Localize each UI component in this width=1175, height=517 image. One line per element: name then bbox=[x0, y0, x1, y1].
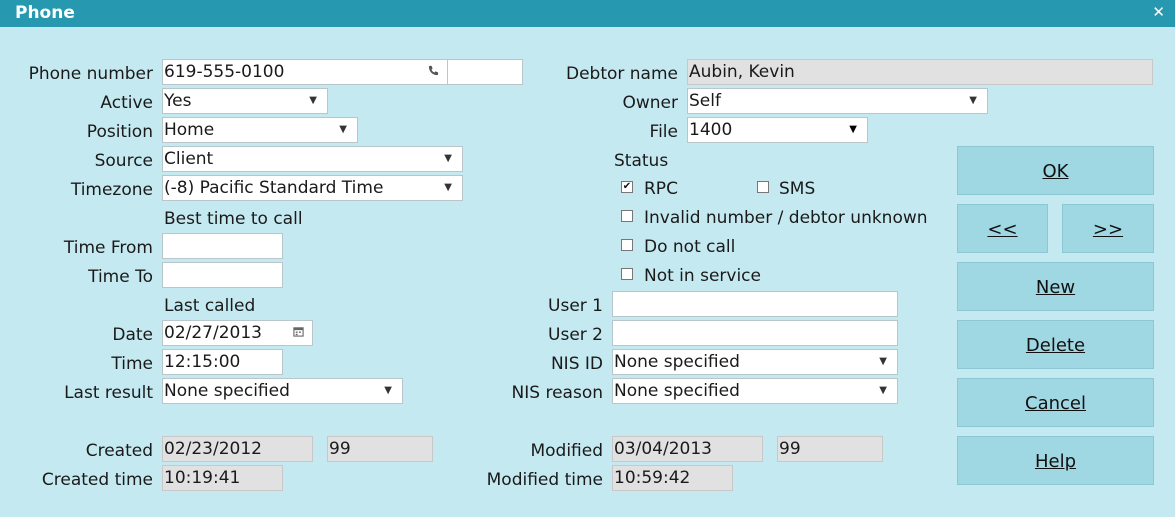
chevron-down-icon: ▼ bbox=[444, 153, 452, 164]
time-from-input[interactable] bbox=[162, 233, 283, 259]
sms-label: SMS bbox=[779, 179, 816, 199]
chevron-down-icon: ▼ bbox=[879, 385, 887, 396]
timezone-select[interactable]: (-8) Pacific Standard Time ▼ bbox=[162, 175, 463, 201]
last-result-select[interactable]: None specified ▼ bbox=[162, 378, 403, 404]
position-select[interactable]: Home ▼ bbox=[162, 117, 358, 143]
phone-icon[interactable] bbox=[428, 60, 439, 84]
modified-label: Modified bbox=[530, 441, 603, 461]
close-icon[interactable]: ✕ bbox=[1152, 3, 1165, 21]
user2-input[interactable] bbox=[612, 320, 898, 346]
position-label: Position bbox=[86, 122, 153, 142]
timezone-label: Timezone bbox=[70, 180, 153, 200]
nis-reason-select[interactable]: None specified ▼ bbox=[612, 378, 898, 404]
new-button[interactable]: New bbox=[957, 262, 1154, 311]
rpc-checkbox[interactable]: ✔ bbox=[621, 181, 633, 193]
calendar-icon[interactable] bbox=[293, 321, 304, 345]
debtor-name-label: Debtor name bbox=[565, 64, 678, 84]
source-label: Source bbox=[94, 151, 153, 171]
previous-button[interactable]: << bbox=[957, 204, 1048, 253]
file-select[interactable]: 1400 ▼ bbox=[687, 117, 868, 143]
created-user-field: 99 bbox=[327, 436, 433, 462]
phone-number-label: Phone number bbox=[28, 64, 153, 84]
file-label: File bbox=[649, 122, 678, 142]
owner-label: Owner bbox=[622, 93, 678, 113]
chevron-down-icon: ▼ bbox=[969, 95, 977, 106]
last-result-label: Last result bbox=[64, 383, 153, 403]
user2-label: User 2 bbox=[548, 325, 603, 345]
nis-reason-label: NIS reason bbox=[511, 383, 603, 403]
status-heading: Status bbox=[614, 151, 669, 171]
created-date-field: 02/23/2012 bbox=[162, 436, 313, 462]
title-bar: Phone ✕ bbox=[0, 0, 1175, 27]
cancel-button[interactable]: Cancel bbox=[957, 378, 1154, 427]
owner-select[interactable]: Self ▼ bbox=[687, 88, 988, 114]
chevron-down-icon: ▼ bbox=[309, 95, 317, 106]
time-input[interactable]: 12:15:00 bbox=[162, 349, 283, 375]
do-not-call-label: Do not call bbox=[644, 237, 736, 257]
chevron-down-icon: ▼ bbox=[384, 385, 392, 396]
chevron-down-icon: ▼ bbox=[444, 182, 452, 193]
window-title: Phone bbox=[15, 3, 75, 23]
invalid-number-checkbox[interactable] bbox=[621, 210, 633, 222]
active-label: Active bbox=[100, 93, 153, 113]
delete-button[interactable]: Delete bbox=[957, 320, 1154, 369]
date-input[interactable]: 02/27/2013 bbox=[162, 320, 313, 346]
chevron-down-icon: ▼ bbox=[339, 124, 347, 135]
ok-button[interactable]: OK bbox=[957, 146, 1154, 195]
nis-id-select[interactable]: None specified ▼ bbox=[612, 349, 898, 375]
not-in-service-checkbox[interactable] bbox=[621, 268, 633, 280]
rpc-label: RPC bbox=[644, 179, 678, 199]
source-select[interactable]: Client ▼ bbox=[162, 146, 463, 172]
chevron-down-icon: ▼ bbox=[849, 124, 857, 135]
sms-checkbox[interactable] bbox=[757, 181, 769, 193]
invalid-number-label: Invalid number / debtor unknown bbox=[644, 208, 928, 228]
date-label: Date bbox=[112, 325, 153, 345]
nis-id-label: NIS ID bbox=[550, 354, 603, 374]
chevron-down-icon: ▼ bbox=[879, 356, 887, 367]
created-label: Created bbox=[85, 441, 153, 461]
created-time-label: Created time bbox=[41, 470, 153, 490]
help-button[interactable]: Help bbox=[957, 436, 1154, 485]
time-from-label: Time From bbox=[63, 238, 153, 258]
active-select[interactable]: Yes ▼ bbox=[162, 88, 328, 114]
best-time-heading: Best time to call bbox=[164, 209, 303, 229]
not-in-service-label: Not in service bbox=[644, 266, 761, 286]
modified-time-label: Modified time bbox=[486, 470, 603, 490]
debtor-name-field: Aubin, Kevin bbox=[687, 59, 1153, 85]
user1-input[interactable] bbox=[612, 291, 898, 317]
next-button[interactable]: >> bbox=[1062, 204, 1154, 253]
do-not-call-checkbox[interactable] bbox=[621, 239, 633, 251]
created-time-field: 10:19:41 bbox=[162, 465, 283, 491]
time-to-label: Time To bbox=[88, 267, 153, 287]
phone-number-input[interactable]: 619-555-0100 bbox=[162, 59, 448, 85]
modified-date-field: 03/04/2013 bbox=[612, 436, 763, 462]
modified-time-field: 10:59:42 bbox=[612, 465, 733, 491]
last-called-heading: Last called bbox=[164, 296, 256, 316]
time-to-input[interactable] bbox=[162, 262, 283, 288]
modified-user-field: 99 bbox=[777, 436, 883, 462]
user1-label: User 1 bbox=[548, 296, 603, 316]
time-label: Time bbox=[111, 354, 153, 374]
